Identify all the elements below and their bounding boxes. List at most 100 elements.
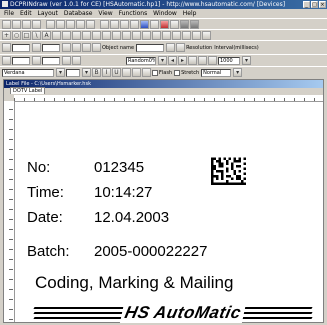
frame-icon[interactable] (92, 43, 101, 52)
object-name-field[interactable] (136, 43, 165, 52)
ungroup-icon[interactable] (162, 30, 171, 40)
align-left-icon[interactable] (122, 30, 131, 40)
apply-icon[interactable] (166, 43, 176, 52)
rotation-dropdown-icon[interactable]: ▾ (158, 56, 167, 65)
font-size-dropdown-icon[interactable]: ▾ (82, 68, 91, 77)
barcode-icon[interactable] (150, 19, 159, 29)
group-icon[interactable] (152, 30, 161, 40)
underline-icon[interactable]: U (112, 68, 121, 77)
copy-icon[interactable] (56, 19, 65, 29)
x-position-field[interactable] (12, 43, 30, 52)
shape-icon[interactable] (62, 30, 71, 40)
cut-icon[interactable] (46, 19, 55, 29)
font-align-icon[interactable] (122, 68, 131, 77)
rectangle-icon[interactable]: □ (22, 30, 31, 40)
open-icon[interactable] (12, 19, 21, 29)
menu-database[interactable]: Database (64, 10, 93, 17)
font-dropdown-icon[interactable]: ▾ (56, 68, 65, 77)
date-value[interactable]: 12.04.2003 (94, 209, 169, 226)
menu-file[interactable]: File (4, 10, 14, 17)
stop-icon[interactable] (160, 19, 169, 29)
slogan-text[interactable]: Coding, Marking & Mailing (35, 273, 233, 293)
text-icon[interactable]: A (42, 30, 51, 40)
font-family-select[interactable]: Verdana (2, 68, 54, 77)
lock-size-icon[interactable] (62, 56, 71, 65)
bold-icon[interactable]: B (92, 68, 101, 77)
grid-snap-icon[interactable] (82, 43, 91, 52)
width-field[interactable] (42, 43, 60, 52)
print-icon[interactable] (32, 19, 41, 29)
font-size-field[interactable] (66, 68, 80, 77)
pointer-icon[interactable] (52, 30, 61, 40)
menu-layout[interactable]: Layout (38, 10, 58, 17)
new-icon[interactable] (2, 19, 11, 29)
label-canvas[interactable]: No: 012345 Time: 10:14:27 Date: 12.04.20… (15, 102, 323, 323)
invert-icon[interactable] (142, 68, 151, 77)
matrix-tool-icon[interactable] (112, 30, 121, 40)
zoom-icon[interactable] (100, 19, 109, 29)
flash-checkbox[interactable] (152, 69, 158, 76)
device-icon[interactable] (190, 19, 199, 29)
grid-icon[interactable] (110, 19, 119, 29)
lock-icon[interactable] (192, 30, 201, 40)
line-icon[interactable]: \ (32, 30, 41, 40)
ellipse-icon[interactable]: ○ (12, 30, 21, 40)
menu-functions[interactable]: Functions (119, 10, 148, 17)
minimize-button[interactable]: _ (303, 1, 310, 8)
redo-icon[interactable] (86, 19, 95, 29)
y-position-field[interactable] (12, 56, 30, 65)
database-icon[interactable] (140, 19, 149, 29)
rewind-icon[interactable]: ◂ (168, 56, 177, 65)
interval-field[interactable]: 1000 (218, 56, 240, 65)
counter-icon[interactable] (82, 30, 91, 40)
batch-value[interactable]: 2005-000022227 (94, 243, 207, 260)
link-icon[interactable] (176, 43, 186, 52)
rotate-icon[interactable] (62, 43, 71, 52)
undo-icon[interactable] (76, 19, 85, 29)
properties-icon[interactable] (202, 30, 211, 40)
back-icon[interactable] (182, 30, 191, 40)
data-matrix-code[interactable] (211, 157, 246, 185)
style-dropdown-icon[interactable]: ▾ (233, 68, 243, 77)
color-icon[interactable] (132, 68, 141, 77)
date-label[interactable]: Date: (27, 209, 63, 226)
menu-edit[interactable]: Edit (20, 10, 32, 17)
no-value[interactable]: 012345 (94, 159, 144, 176)
menu-help[interactable]: Help (183, 10, 197, 17)
image-icon[interactable] (72, 30, 81, 40)
save-icon[interactable] (22, 19, 31, 29)
interval-dropdown-icon[interactable]: ▾ (242, 56, 251, 65)
time-value[interactable]: 10:14:27 (94, 184, 152, 201)
close-button[interactable]: × (319, 1, 326, 8)
align-center-icon[interactable] (132, 30, 141, 40)
mirror-icon[interactable] (72, 43, 81, 52)
delete-icon[interactable] (120, 19, 129, 29)
height-field[interactable] (42, 56, 60, 65)
front-icon[interactable] (172, 30, 181, 40)
layer-icon[interactable] (72, 56, 81, 65)
rotation-field[interactable]: Random0% (126, 56, 156, 65)
maximize-button[interactable]: □ (311, 1, 318, 8)
date-icon[interactable] (92, 30, 101, 40)
paste-icon[interactable] (66, 19, 75, 29)
align-right-icon[interactable] (142, 30, 151, 40)
batch-label[interactable]: Batch: (27, 243, 70, 260)
stop-print-icon[interactable] (198, 56, 207, 65)
menu-view[interactable]: View (98, 10, 112, 17)
barcode-tool-icon[interactable] (102, 30, 111, 40)
play-icon[interactable]: ▸ (178, 56, 187, 65)
style-select[interactable]: Normal (201, 68, 232, 77)
italic-icon[interactable]: I (102, 68, 111, 77)
tab-dotv-label[interactable]: DOTV Label (10, 87, 46, 94)
hs-automatic-logo[interactable]: HS AutoMatic (33, 303, 313, 323)
add-icon[interactable]: + (2, 30, 11, 40)
time-label[interactable]: Time: (27, 184, 64, 201)
settings-icon[interactable] (170, 19, 179, 29)
stretch-checkbox[interactable] (174, 69, 181, 76)
forward-icon[interactable] (208, 56, 217, 65)
pause-icon[interactable] (188, 56, 197, 65)
menu-window[interactable]: Window (153, 10, 177, 17)
tool-icon[interactable] (130, 19, 139, 29)
no-label[interactable]: No: (27, 159, 50, 176)
display-icon[interactable] (180, 19, 189, 29)
